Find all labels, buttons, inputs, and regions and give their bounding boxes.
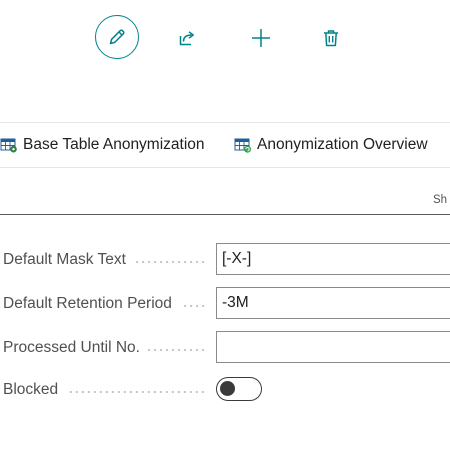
processed-until-no-row: Processed Until No.	[0, 331, 450, 365]
table-settings-icon	[0, 136, 18, 154]
default-retention-period-input[interactable]: -3M	[216, 287, 450, 319]
table-refresh-icon	[234, 136, 252, 154]
base-table-anonymization-label: Base Table Anonymization	[23, 136, 205, 153]
blocked-label: Blocked	[3, 373, 208, 407]
processed-until-no-label: Processed Until No.	[3, 331, 208, 365]
default-mask-text-input[interactable]: [-X-]	[216, 243, 450, 275]
new-button[interactable]	[248, 25, 274, 51]
base-table-anonymization-action[interactable]: Base Table Anonymization	[0, 123, 205, 167]
toggle-knob	[220, 381, 235, 396]
tab-strip: Sh	[0, 168, 450, 215]
blocked-row: Blocked	[0, 373, 450, 407]
action-bar: Base Table Anonymization Anonymization O…	[0, 122, 450, 168]
default-retention-period-row: Default Retention Period -3M	[0, 287, 450, 321]
default-mask-text-label: Default Mask Text	[3, 243, 208, 277]
label-leader-dots	[133, 261, 206, 263]
pencil-icon	[109, 29, 125, 45]
anonymization-overview-action[interactable]: Anonymization Overview	[234, 123, 428, 167]
anonymization-overview-label: Anonymization Overview	[257, 136, 428, 153]
tab-partial[interactable]: Sh	[433, 194, 447, 206]
default-retention-period-label: Default Retention Period	[3, 287, 208, 321]
label-leader-dots	[147, 349, 206, 351]
edit-button[interactable]	[95, 15, 139, 59]
trash-icon	[324, 30, 338, 47]
label-leader-dots	[66, 391, 206, 393]
label-leader-dots	[179, 305, 206, 307]
share-icon	[179, 31, 194, 46]
share-button[interactable]	[174, 25, 200, 51]
page-toolbar	[0, 13, 450, 61]
blocked-toggle[interactable]	[216, 377, 262, 401]
delete-button[interactable]	[318, 25, 344, 51]
default-mask-text-row: Default Mask Text [-X-]	[0, 243, 450, 277]
plus-icon	[252, 29, 270, 47]
processed-until-no-input[interactable]	[216, 331, 450, 363]
